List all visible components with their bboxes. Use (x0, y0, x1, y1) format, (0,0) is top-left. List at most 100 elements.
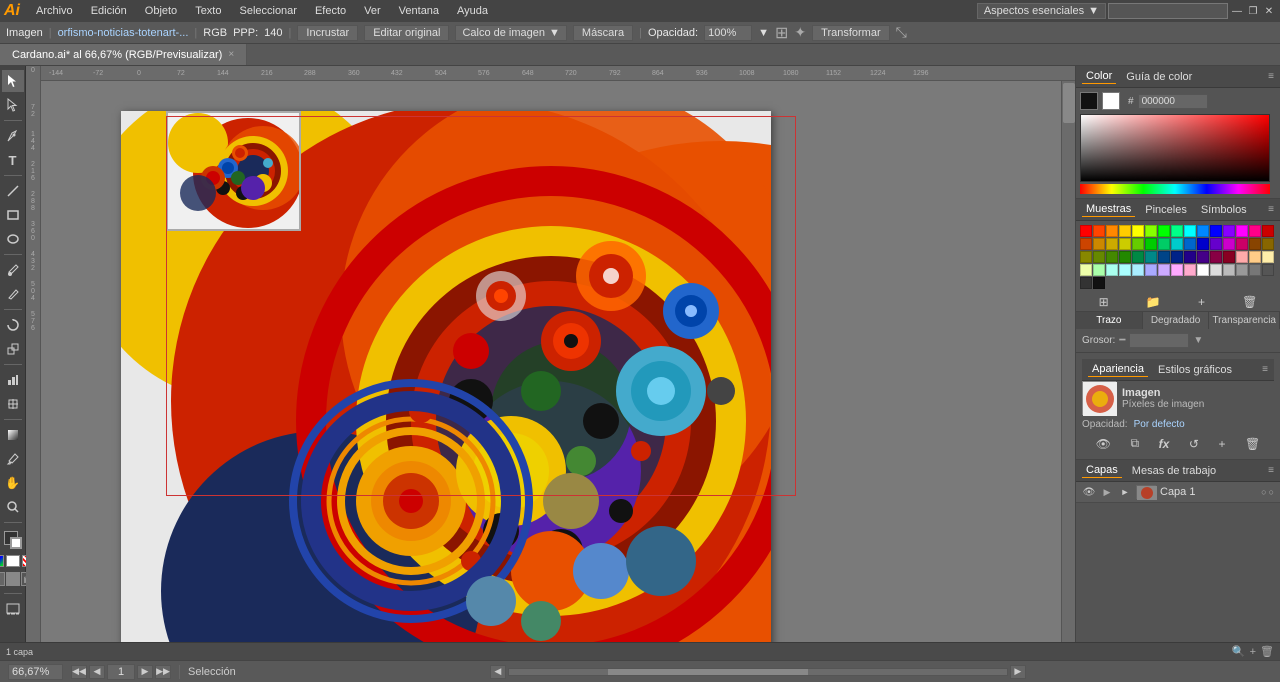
tab-apariencia[interactable]: Apariencia (1088, 362, 1148, 377)
swatch-cell[interactable] (1171, 251, 1183, 263)
close-button[interactable]: ✕ (1262, 4, 1276, 18)
tab-color[interactable]: Color (1082, 69, 1116, 84)
swatch-cell[interactable] (1210, 238, 1222, 250)
scroll-left-button[interactable]: ◀ (490, 665, 506, 679)
tool-pencil[interactable] (2, 283, 24, 305)
swatch-cell[interactable] (1236, 225, 1248, 237)
tool-rect[interactable] (2, 204, 24, 226)
opacity-input[interactable] (704, 25, 752, 41)
swatch-cell[interactable] (1106, 238, 1118, 250)
grosor-dropdown[interactable]: ▼ (1193, 335, 1203, 346)
scroll-right-button[interactable]: ▶ (1010, 665, 1026, 679)
tab-transparencia[interactable]: Transparencia (1209, 312, 1280, 329)
tool-graph[interactable] (2, 369, 24, 391)
swatch-cell[interactable] (1223, 264, 1235, 276)
swatch-cell[interactable] (1249, 264, 1261, 276)
h-scroll-thumb[interactable] (608, 669, 807, 675)
tab-pinceles[interactable]: Pinceles (1141, 203, 1191, 217)
fill-swatch[interactable] (1080, 92, 1098, 110)
swatch-cell[interactable] (1093, 277, 1105, 289)
prev-button[interactable]: ◀ (89, 665, 105, 679)
swatch-cell[interactable] (1158, 264, 1170, 276)
tool-gradient[interactable] (2, 424, 24, 446)
swatch-cell[interactable] (1249, 225, 1261, 237)
prev-page-button[interactable]: ◀◀ (71, 665, 87, 679)
color-mode-white[interactable] (6, 555, 20, 567)
menu-ayuda[interactable]: Ayuda (449, 3, 496, 19)
hex-input[interactable] (1138, 94, 1208, 109)
swatch-cell[interactable] (1210, 251, 1222, 263)
tool-direct-selection[interactable] (2, 94, 24, 116)
swatch-cell[interactable] (1210, 225, 1222, 237)
tab-degradado[interactable]: Degradado (1143, 312, 1210, 329)
swatch-cell[interactable] (1262, 225, 1274, 237)
apariencia-menu[interactable]: ≡ (1262, 364, 1268, 375)
ap-visibility-button[interactable]: 👁 (1096, 437, 1111, 451)
menu-ver[interactable]: Ver (356, 3, 389, 19)
swatch-cell[interactable] (1080, 238, 1092, 250)
tool-artboard[interactable] (2, 598, 24, 620)
tool-rotate[interactable] (2, 314, 24, 336)
swatch-cell[interactable] (1197, 225, 1209, 237)
color-picker-canvas[interactable] (1080, 114, 1270, 182)
page-input[interactable] (107, 664, 135, 680)
menu-archivo[interactable]: Archivo (28, 3, 81, 19)
swatch-cell[interactable] (1106, 225, 1118, 237)
menu-ventana[interactable]: Ventana (391, 3, 447, 19)
next-button[interactable]: ▶ (137, 665, 153, 679)
capa-lock-toggle[interactable]: ○ (1269, 487, 1274, 497)
tool-scale[interactable] (2, 338, 24, 360)
swatch-cell[interactable] (1119, 251, 1131, 263)
minimize-button[interactable]: — (1230, 4, 1244, 18)
menu-edicion[interactable]: Edición (83, 3, 135, 19)
swatch-cell[interactable] (1262, 264, 1274, 276)
swatch-cell[interactable] (1080, 264, 1092, 276)
menu-seleccionar[interactable]: Seleccionar (231, 3, 304, 19)
tab-muestras[interactable]: Muestras (1082, 202, 1135, 217)
view-mode-full[interactable] (6, 572, 20, 586)
swatch-new-color-group[interactable]: 📁 (1146, 295, 1161, 309)
swatch-cell[interactable] (1262, 251, 1274, 263)
swatch-cell[interactable] (1197, 238, 1209, 250)
ap-duplicate-button[interactable]: ⧉ (1131, 436, 1140, 451)
transform-button[interactable]: Transformar (812, 25, 890, 41)
capas-menu[interactable]: ≡ (1268, 465, 1274, 476)
tool-mesh[interactable] (2, 393, 24, 415)
tool-zoom[interactable] (2, 496, 24, 518)
tool-ellipse[interactable] (2, 228, 24, 250)
color-panel-close[interactable]: ≡ (1268, 71, 1274, 82)
ap-refresh-button[interactable]: ↺ (1189, 437, 1199, 451)
swatch-cell[interactable] (1132, 238, 1144, 250)
swatch-cell[interactable] (1119, 264, 1131, 276)
canvas-content[interactable] (41, 81, 1075, 660)
h-scroll-track[interactable] (508, 668, 1008, 676)
capa-lock-icon[interactable]: ▶ (1100, 485, 1114, 499)
swatch-cell[interactable] (1184, 264, 1196, 276)
swatch-cell[interactable] (1171, 225, 1183, 237)
swatch-cell[interactable] (1145, 238, 1157, 250)
stroke-swatch[interactable] (1102, 92, 1120, 110)
tab-close-button[interactable]: × (228, 49, 234, 60)
zoom-input[interactable] (8, 664, 63, 680)
capa-visibility-icon[interactable]: 👁 (1082, 485, 1096, 499)
swatch-cell[interactable] (1197, 264, 1209, 276)
swatch-cell[interactable] (1197, 251, 1209, 263)
fill-stroke-indicator[interactable] (2, 529, 24, 551)
tool-hand[interactable]: ✋ (2, 472, 24, 494)
swatch-cell[interactable] (1119, 238, 1131, 250)
swatch-show-kinds[interactable]: ⊞ (1099, 295, 1109, 309)
swatch-cell[interactable] (1210, 264, 1222, 276)
swatch-cell[interactable] (1158, 251, 1170, 263)
swatch-cell[interactable] (1119, 225, 1131, 237)
swatch-cell[interactable] (1171, 238, 1183, 250)
grosor-input[interactable] (1129, 333, 1189, 348)
swatch-cell[interactable] (1080, 225, 1092, 237)
vertical-scrollbar[interactable] (1061, 81, 1075, 660)
swatch-cell[interactable] (1106, 264, 1118, 276)
swatch-cell[interactable] (1132, 225, 1144, 237)
color-mode-color[interactable] (0, 555, 4, 567)
ap-new-button[interactable]: + (1218, 437, 1225, 451)
swatch-cell[interactable] (1184, 238, 1196, 250)
mascara-button[interactable]: Máscara (573, 25, 633, 41)
ap-fx-button[interactable]: fx (1159, 437, 1170, 451)
